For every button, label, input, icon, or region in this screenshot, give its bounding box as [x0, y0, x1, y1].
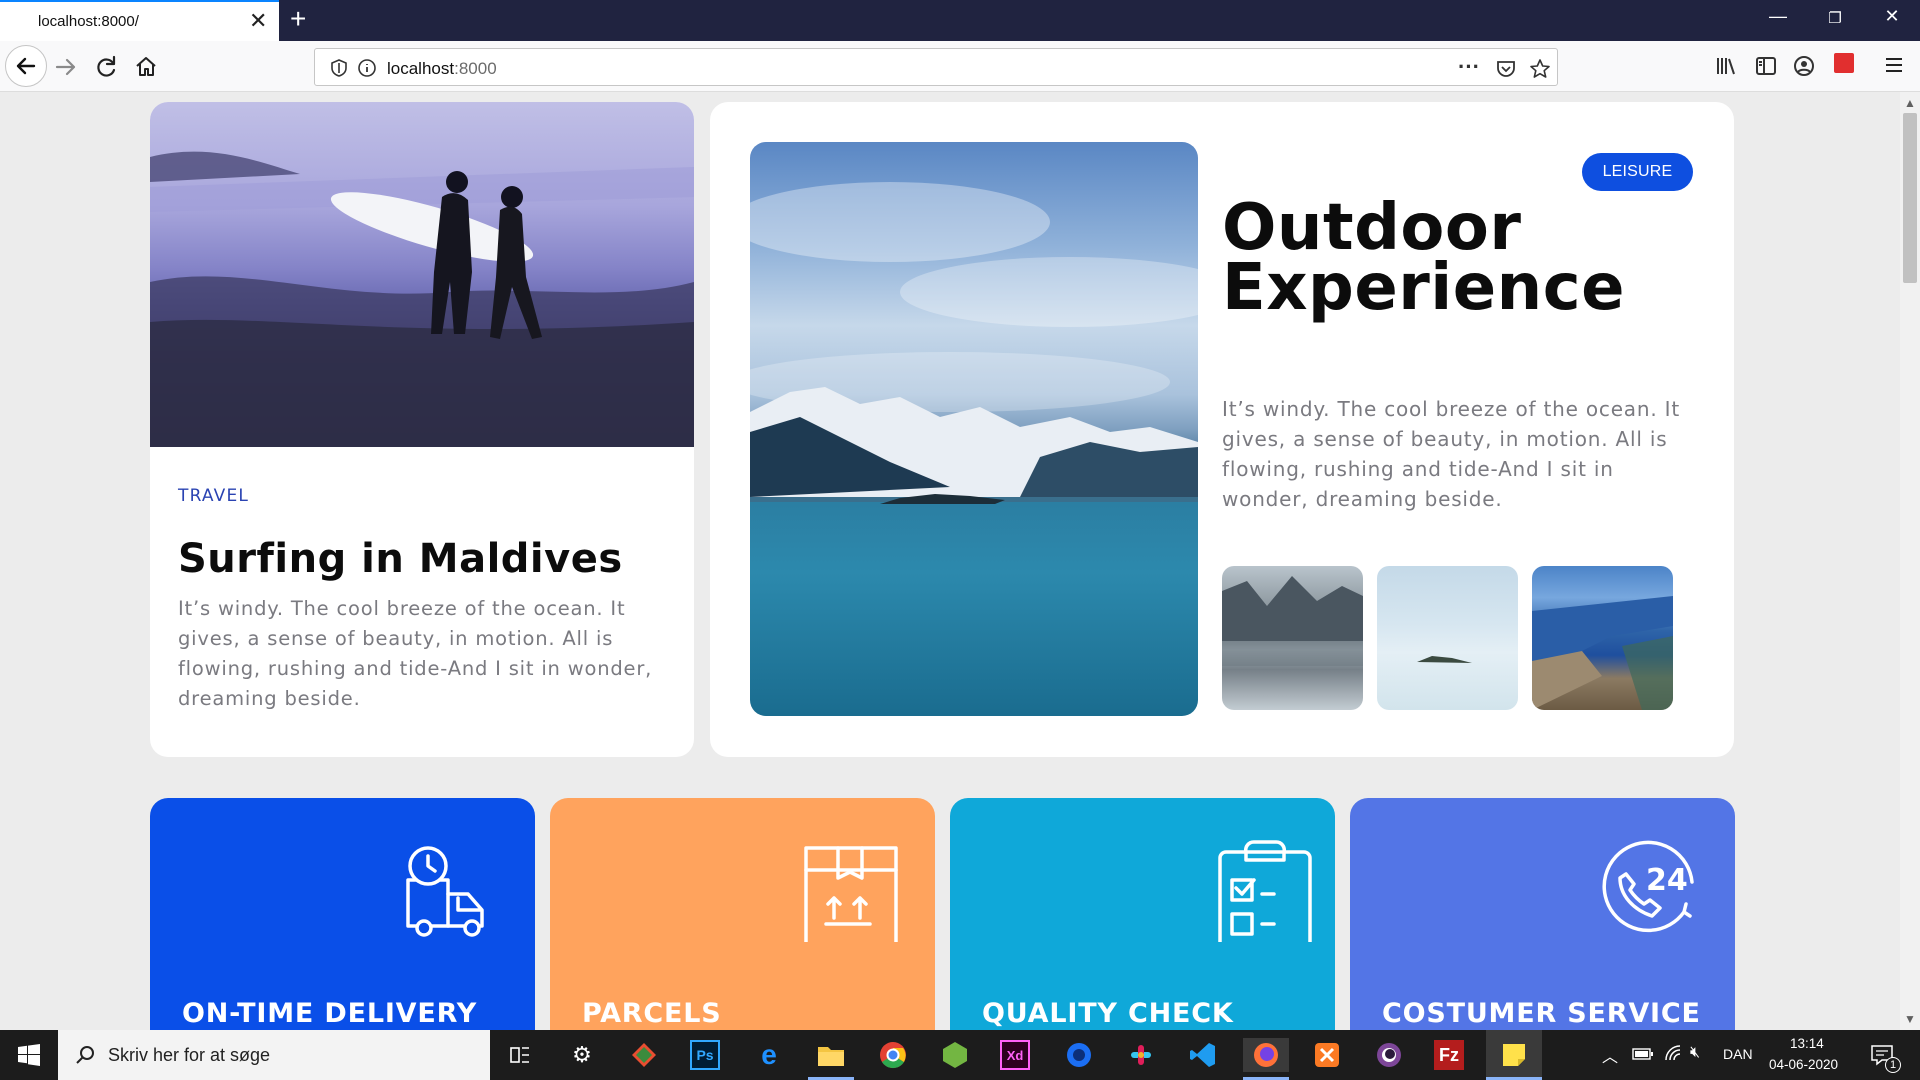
card-title[interactable]: Outdoor Experience: [1222, 196, 1625, 320]
thumbnail-mountain-reflection[interactable]: [1222, 566, 1363, 710]
tracking-shield-icon[interactable]: [329, 58, 349, 78]
reload-button[interactable]: [90, 51, 122, 83]
feature-quality-check[interactable]: QUALITY CHECK: [950, 798, 1335, 1030]
vertical-scrollbar[interactable]: ▲ ▼: [1900, 92, 1920, 1030]
window-close-icon[interactable]: ✕: [1872, 6, 1912, 27]
tab-title: localhost:8000/: [38, 13, 139, 30]
search-icon: [76, 1046, 94, 1064]
page-actions-icon[interactable]: ···: [1458, 54, 1480, 80]
home-icon: [136, 57, 156, 76]
xampp-app-icon[interactable]: [1310, 1038, 1344, 1072]
delivery-truck-icon: [406, 846, 484, 937]
search-placeholder: Skriv her for at søge: [108, 1045, 271, 1065]
url-port: :8000: [454, 59, 497, 78]
card-title[interactable]: Surfing in Maldives: [178, 536, 623, 582]
windows-taskbar: Skriv her for at søge ⚙ Ps e Xd Fz ︿ 🔇︎ …: [0, 1030, 1920, 1080]
minimize-icon[interactable]: —: [1758, 6, 1798, 27]
title-line-2: Experience: [1222, 251, 1626, 325]
leisure-badge[interactable]: LEISURE: [1582, 153, 1693, 191]
outdoor-card[interactable]: LEISURE Outdoor Experience It’s windy. T…: [710, 102, 1734, 757]
start-button[interactable]: [0, 1030, 58, 1080]
forward-button[interactable]: [50, 51, 82, 83]
new-tab-icon[interactable]: +: [290, 4, 306, 34]
file-explorer-icon[interactable]: [814, 1038, 848, 1072]
restore-icon[interactable]: ❐: [1815, 9, 1855, 27]
home-button[interactable]: [130, 51, 162, 83]
pocket-icon[interactable]: [1495, 58, 1517, 80]
volume-muted-icon[interactable]: 🔇︎: [1690, 1044, 1700, 1062]
menu-hamburger-icon[interactable]: [1883, 54, 1905, 76]
firefox-browser-icon[interactable]: [1243, 1038, 1289, 1072]
clock-date[interactable]: 04-06-2020: [1769, 1057, 1838, 1072]
vscode-app-icon[interactable]: [1186, 1038, 1220, 1072]
parcel-box-icon: [804, 846, 898, 942]
feature-title: QUALITY CHECK: [982, 998, 1234, 1029]
feature-title: COSTUMER SERVICE: [1382, 998, 1701, 1029]
clipboard-check-icon: [1218, 840, 1312, 942]
site-info-icon[interactable]: [357, 58, 377, 78]
task-view-icon[interactable]: [503, 1038, 537, 1072]
taskbar-search[interactable]: Skriv her for at søge: [58, 1030, 490, 1080]
tab-strip: localhost:8000/ ✕ + — ❐ ✕: [0, 0, 1920, 41]
language-indicator[interactable]: DAN: [1723, 1046, 1753, 1062]
wifi-icon[interactable]: [1664, 1044, 1684, 1062]
forward-arrow-icon: [55, 58, 76, 76]
photoshop-app-icon[interactable]: Ps: [690, 1040, 720, 1070]
thumbnail-calm-sea[interactable]: [1377, 566, 1518, 710]
scroll-up-icon[interactable]: ▲: [1904, 96, 1916, 110]
url-text[interactable]: localhost:8000: [387, 59, 497, 79]
library-icon[interactable]: [1714, 54, 1738, 78]
page-viewport: TRAVEL Surfing in Maldives It’s windy. T…: [0, 92, 1900, 1030]
svg-text:24: 24: [1646, 863, 1688, 898]
account-icon[interactable]: [1792, 54, 1816, 78]
navigation-toolbar: localhost:8000 ···: [0, 41, 1920, 92]
feature-title: PARCELS: [582, 998, 722, 1029]
extension-icon[interactable]: [1834, 53, 1854, 73]
feature-parcels[interactable]: PARCELS: [550, 798, 935, 1030]
travel-card[interactable]: TRAVEL Surfing in Maldives It’s windy. T…: [150, 102, 694, 757]
card-category-tag[interactable]: TRAVEL: [178, 486, 249, 506]
reload-icon: [97, 55, 116, 77]
edge-browser-icon[interactable]: e: [752, 1038, 786, 1072]
firefox-dev-icon[interactable]: [1062, 1038, 1096, 1072]
settings-gear-icon[interactable]: ⚙: [565, 1038, 599, 1072]
support-24-icon: 24: [1602, 840, 1694, 933]
sticky-notes-icon[interactable]: [1486, 1030, 1542, 1080]
tor-app-icon[interactable]: [1372, 1038, 1406, 1072]
address-bar[interactable]: localhost:8000 ···: [314, 48, 1558, 86]
battery-icon[interactable]: [1632, 1047, 1654, 1061]
tab-localhost[interactable]: localhost:8000/ ✕: [0, 0, 279, 41]
chrome-browser-icon[interactable]: [876, 1038, 910, 1072]
slack-app-icon[interactable]: [1124, 1038, 1158, 1072]
windows-logo-icon: [18, 1044, 40, 1066]
tray-chevron-icon[interactable]: ︿: [1602, 1043, 1618, 1067]
feature-costumer-service[interactable]: 24 COSTUMER SERVICE: [1350, 798, 1735, 1030]
feature-title: ON-TIME DELIVERY: [182, 998, 478, 1029]
back-arrow-icon: [16, 57, 36, 75]
surfing-photo: [150, 102, 694, 447]
card-description: It’s windy. The cool breeze of the ocean…: [1222, 397, 1680, 511]
url-host: localhost: [387, 59, 455, 78]
sidebar-icon[interactable]: [1754, 54, 1778, 78]
thumbnail-fjord[interactable]: [1532, 566, 1673, 710]
adobe-xd-app-icon[interactable]: Xd: [1000, 1040, 1030, 1070]
feature-on-time-delivery[interactable]: ON-TIME DELIVERY: [150, 798, 535, 1030]
back-button[interactable]: [5, 45, 47, 87]
git-app-icon[interactable]: [627, 1038, 661, 1072]
mountain-lake-photo: [750, 142, 1198, 716]
notification-count-badge: 1: [1885, 1057, 1901, 1073]
bookmark-star-icon[interactable]: [1529, 58, 1551, 80]
card-description: It’s windy. The cool breeze of the ocean…: [178, 597, 653, 710]
filezilla-app-icon[interactable]: Fz: [1434, 1040, 1464, 1070]
clock-time[interactable]: 13:14: [1790, 1036, 1824, 1051]
node-app-icon[interactable]: [938, 1038, 972, 1072]
close-tab-icon[interactable]: ✕: [249, 10, 267, 32]
scroll-thumb[interactable]: [1903, 113, 1917, 283]
scroll-down-icon[interactable]: ▼: [1904, 1012, 1916, 1026]
